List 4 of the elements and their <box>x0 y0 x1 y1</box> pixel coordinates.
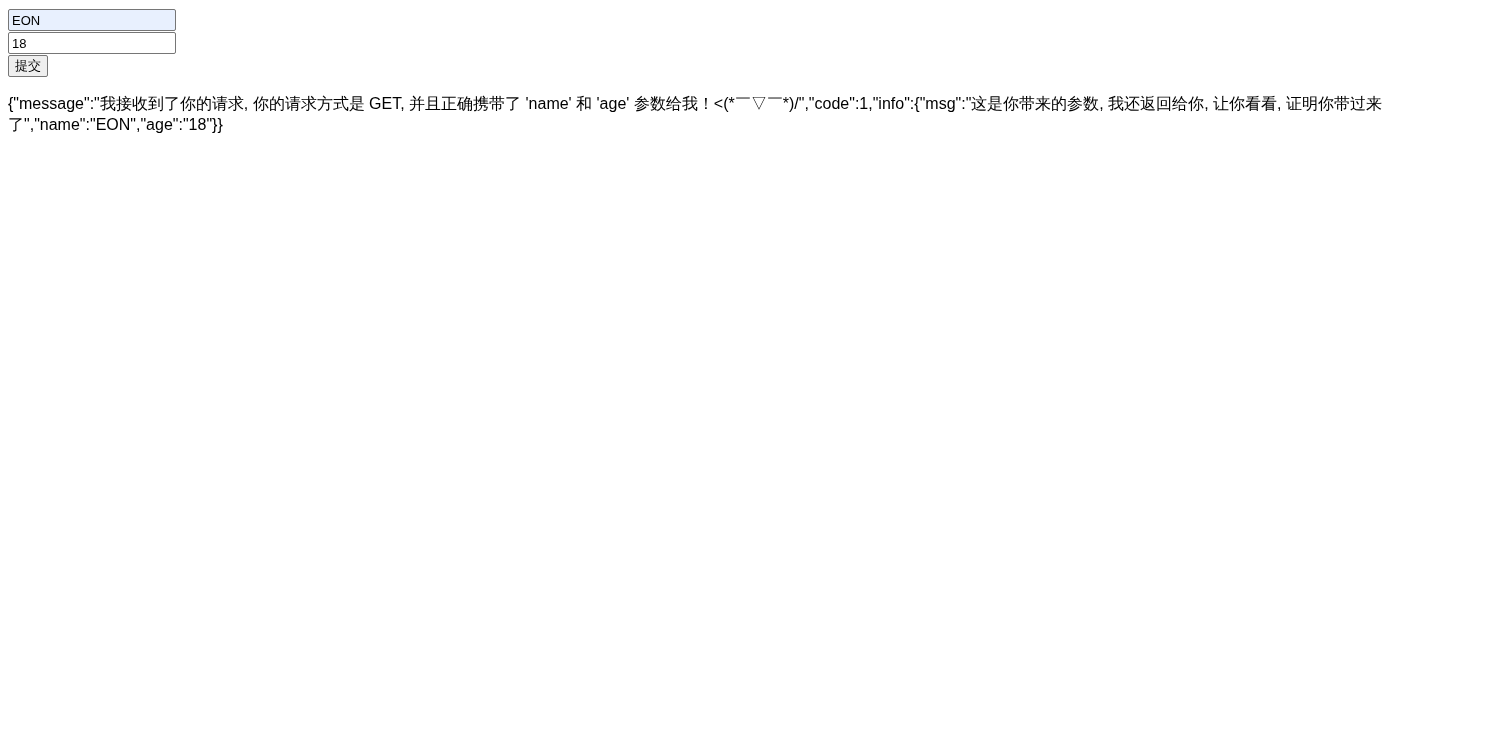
response-text: {"message":"我接收到了你的请求, 你的请求方式是 GET, 并且正确携带了 'name' 和 'age' 参数给我！<(*￣▽￣*)/","code":1,"info":{"msg":"这是你带来的参数, 我还返回给你, 让你看看, 证明你带过来了","name":"EON","age":"18"}} <box>8 94 1383 135</box>
text-input[interactable]: EON <box>8 9 176 31</box>
text-input[interactable]: 18 <box>8 32 176 54</box>
submit-button[interactable]: 提交 <box>8 55 48 77</box>
